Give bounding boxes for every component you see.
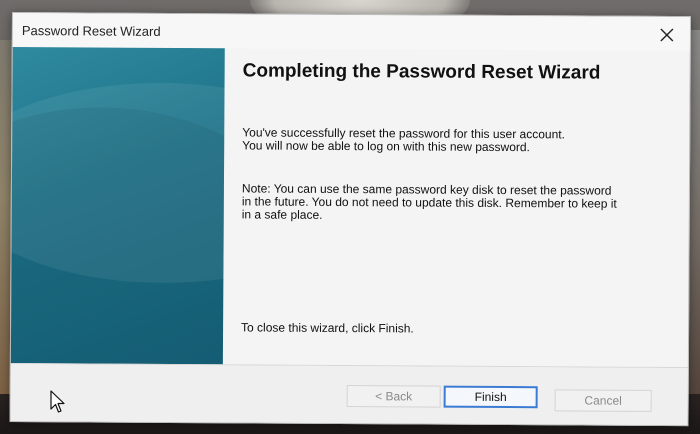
mouse-pointer-icon [50,390,66,419]
password-reset-wizard-dialog: Password Reset Wizard Completing the Pas… [9,12,691,427]
wizard-side-banner [10,47,225,365]
note-message: Note: You can use the same password key … [241,181,617,222]
button-bar: < Back Finish Cancel [10,363,688,426]
wizard-content: Completing the Password Reset Wizard You… [242,60,663,221]
closing-instruction: To close this wizard, click Finish. [241,320,414,336]
window-title: Password Reset Wizard [21,23,161,39]
title-bar[interactable]: Password Reset Wizard [12,13,690,52]
back-button[interactable]: < Back [346,385,441,408]
finish-button[interactable]: Finish [443,385,538,409]
close-icon [660,28,674,42]
success-message: You've successfully reset the password f… [242,125,565,155]
cancel-button[interactable]: Cancel [554,389,652,412]
banner-wave-highlight [10,81,225,285]
page-title: Completing the Password Reset Wizard [242,60,601,84]
desktop-background: Password Reset Wizard Completing the Pas… [0,0,700,434]
close-button[interactable] [652,23,682,47]
